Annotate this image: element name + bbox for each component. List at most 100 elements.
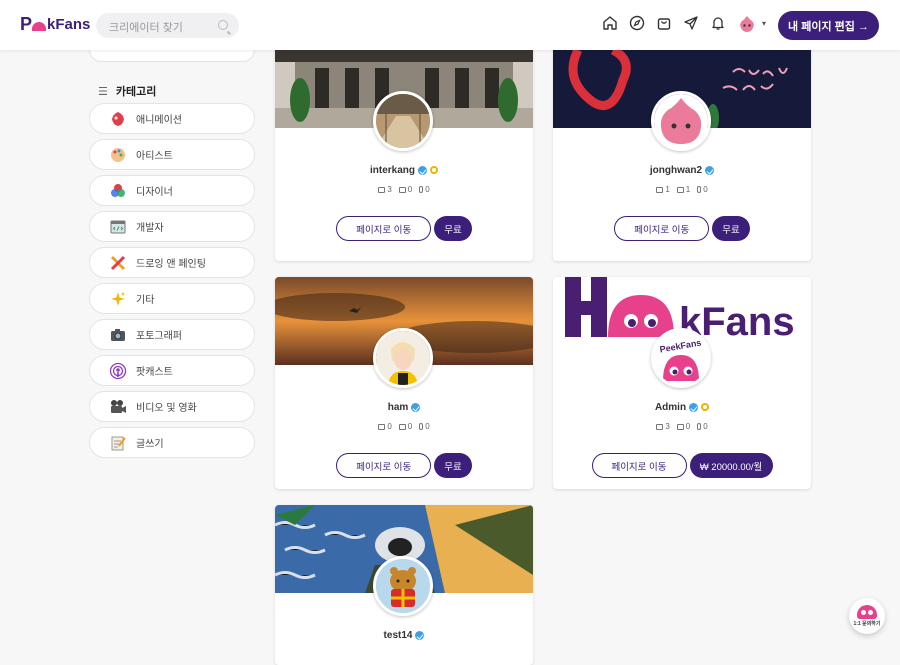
go-to-page-button[interactable]: 페이지로 이동: [336, 216, 432, 241]
microphone-icon: [419, 423, 424, 430]
search-input[interactable]: 크리에이터 찾기: [96, 13, 239, 38]
list-icon: ☰: [98, 85, 108, 98]
creator-stats: 3 0 0: [275, 185, 533, 194]
sidebar-item-developer[interactable]: 개발자: [89, 211, 255, 242]
image-icon: [378, 423, 386, 430]
sidebar-item-drawing[interactable]: 드로잉 앤 페인팅: [89, 247, 255, 278]
podcast-icon: [109, 362, 127, 380]
image-count: 0: [378, 422, 392, 431]
send-icon[interactable]: [683, 15, 699, 31]
creator-card: interkang 3 0 0 페이지로 이동 무료: [275, 40, 533, 261]
video-camera-icon: [109, 398, 127, 416]
creator-name-text: Admin: [654, 402, 687, 413]
bell-icon[interactable]: [710, 15, 726, 31]
home-icon[interactable]: [602, 15, 618, 31]
user-avatar[interactable]: [738, 15, 756, 33]
creator-stats: 3 0 0: [553, 422, 811, 431]
sidebar-item-photographer[interactable]: 포토그래퍼: [89, 319, 255, 350]
creator-name[interactable]: Admin: [553, 402, 811, 413]
microphone-icon: [419, 186, 424, 193]
subscribe-price-button[interactable]: 무료: [712, 216, 750, 241]
card-actions: 페이지로 이동 무료: [275, 216, 533, 241]
profile-avatar[interactable]: [373, 91, 433, 151]
sidebar-item-other[interactable]: 기타: [89, 283, 255, 314]
go-to-page-button[interactable]: 페이지로 이동: [336, 453, 432, 478]
animation-icon: [109, 110, 127, 128]
sidebar-item-animation[interactable]: 애니메이션: [89, 103, 255, 134]
code-icon: [109, 218, 127, 236]
sidebar-item-label: 비디오 및 영화: [136, 403, 197, 414]
category-heading: ☰ 카테고리: [89, 82, 255, 100]
search-icon[interactable]: [218, 20, 228, 30]
logo-text: kFans: [47, 16, 91, 33]
category-sidebar: ☰ 카테고리 애니메이션 아티스트 디자이너 개발자 드로잉 앤 페인팅 기타 …: [89, 50, 255, 463]
sidebar-item-label: 아티스트: [136, 151, 173, 162]
creator-name[interactable]: jonghwan2: [553, 165, 811, 176]
inquiry-chat-button[interactable]: 1:1 문의하기: [849, 598, 885, 634]
sidebar-item-label: 팟캐스트: [136, 367, 173, 378]
edit-my-page-button[interactable]: 내 페이지 편집 →: [778, 11, 879, 40]
chevron-down-icon[interactable]: ▾: [762, 19, 766, 28]
camera-icon: [109, 326, 127, 344]
creator-name-text: jonghwan2: [649, 165, 703, 176]
video-count: 0: [676, 422, 690, 431]
video-icon: [676, 423, 684, 430]
sidebar-item-video[interactable]: 비디오 및 영화: [89, 391, 255, 422]
top-navigation-bar: P kFans 크리에이터 찾기 ▾ 내 페이지 편집 →: [0, 0, 900, 50]
creator-card: ham 0 0 0 페이지로 이동 무료: [275, 277, 533, 489]
image-count: 3: [656, 422, 670, 431]
go-to-page-button[interactable]: 페이지로 이동: [591, 453, 687, 478]
medal-icon: [701, 403, 710, 412]
creator-name[interactable]: ham: [275, 402, 533, 413]
chat-mascot-icon: [857, 605, 877, 619]
creator-name-text: interkang: [369, 165, 415, 176]
creator-card: test14: [275, 505, 533, 665]
audio-count: 0: [419, 185, 430, 194]
card-actions: 페이지로 이동 ₩ 20000.00/월: [553, 453, 811, 478]
card-actions: 페이지로 이동 무료: [275, 453, 533, 478]
sidebar-item-artist[interactable]: 아티스트: [89, 139, 255, 170]
creator-name[interactable]: interkang: [275, 165, 533, 176]
microphone-icon: [697, 186, 702, 193]
sidebar-item-label: 기타: [136, 295, 155, 306]
profile-avatar[interactable]: [373, 556, 433, 616]
drawing-icon: [109, 254, 127, 272]
compass-icon[interactable]: [629, 15, 645, 31]
image-icon: [378, 186, 386, 193]
chat-label: 1:1 문의하기: [853, 621, 881, 627]
sidebar-item-label: 개발자: [136, 223, 164, 234]
image-icon: [656, 186, 664, 193]
sidebar-item-writing[interactable]: 글쓰기: [89, 427, 255, 458]
sidebar-top-item[interactable]: [89, 50, 255, 62]
sidebar-item-label: 디자이너: [136, 187, 173, 198]
peekfans-logo[interactable]: P kFans: [20, 14, 90, 35]
profile-avatar[interactable]: [373, 328, 433, 388]
go-to-page-button[interactable]: 페이지로 이동: [614, 216, 710, 241]
video-icon: [398, 423, 406, 430]
subscribe-price-button[interactable]: 무료: [434, 453, 472, 478]
sidebar-item-label: 애니메이션: [136, 115, 182, 126]
sidebar-item-designer[interactable]: 디자이너: [89, 175, 255, 206]
creator-card: kFans PeekFans Admin 3 0 0 페이지로 이동 ₩ 200…: [553, 277, 811, 489]
subscribe-price-button[interactable]: 무료: [434, 216, 472, 241]
sidebar-item-label: 포토그래퍼: [136, 331, 182, 342]
creator-stats: 0 0 0: [275, 422, 533, 431]
creator-name-text: test14: [383, 630, 413, 641]
card-actions: 페이지로 이동 무료: [553, 216, 811, 241]
search-placeholder: 크리에이터 찾기: [109, 22, 183, 34]
nav-icon-group: [602, 15, 726, 31]
creator-name[interactable]: test14: [275, 630, 533, 641]
video-count: 0: [398, 422, 412, 431]
sidebar-item-podcast[interactable]: 팟캐스트: [89, 355, 255, 386]
microphone-icon: [697, 423, 702, 430]
verified-badge-icon: [415, 631, 425, 640]
profile-avatar[interactable]: PeekFans: [651, 328, 711, 388]
video-icon: [676, 186, 684, 193]
creator-stats: 1 1 0: [553, 185, 811, 194]
shopping-bag-icon[interactable]: [656, 15, 672, 31]
logo-eyes-icon: [32, 22, 47, 31]
subscribe-price-button[interactable]: ₩ 20000.00/월: [689, 453, 773, 478]
verified-badge-icon: [705, 166, 715, 175]
profile-avatar[interactable]: [651, 91, 711, 151]
audio-count: 0: [697, 422, 708, 431]
